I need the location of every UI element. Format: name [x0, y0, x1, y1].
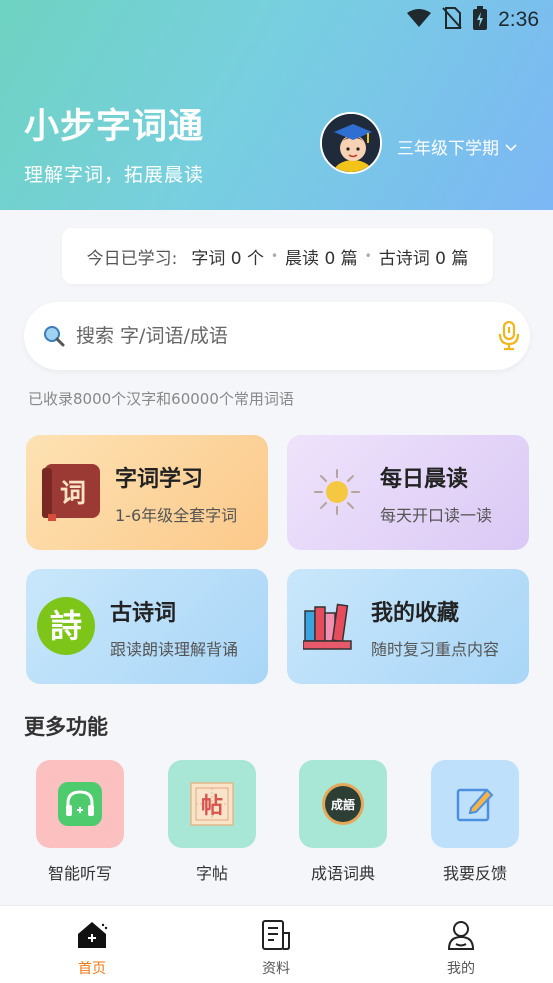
bottom-navigation: 首页 资料 我的: [0, 905, 553, 983]
nav-mine[interactable]: 我的: [421, 918, 501, 978]
student-avatar-icon: [322, 114, 380, 172]
func-icon-box: [431, 760, 519, 848]
search-input[interactable]: [76, 316, 476, 356]
poem-char: 詩: [50, 607, 82, 645]
search-bar[interactable]: [24, 302, 530, 370]
chevron-down-icon: [505, 137, 517, 157]
nav-label: 首页: [78, 961, 106, 977]
card-subtitle: 每天开口读一读: [380, 506, 493, 525]
card-my-favorites[interactable]: 我的收藏 随时复习重点内容: [287, 569, 529, 684]
app-subtitle: 理解字词，拓展晨读: [24, 164, 205, 186]
card-subtitle: 1-6年级全套字词: [115, 506, 238, 525]
header-banner: 2:36 小步字词通 理解字词，拓展晨读 三年级下学期: [0, 0, 553, 210]
nav-label: 我的: [447, 961, 475, 977]
avatar[interactable]: [320, 112, 382, 174]
func-copybook[interactable]: 帖 字帖: [168, 760, 256, 884]
func-icon-box: [36, 760, 124, 848]
card-subtitle: 随时复习重点内容: [371, 640, 500, 659]
idiom-dictionary-icon: 成語: [322, 783, 364, 825]
bookshelf-icon: [302, 599, 353, 655]
idiom-chars: 成語: [331, 797, 355, 812]
func-icon-box: 帖: [168, 760, 256, 848]
func-idiom-dictionary[interactable]: 成語 成语词典: [299, 760, 387, 884]
func-label: 智能听写: [47, 864, 112, 883]
card-subtitle: 跟读朗读理解背诵: [110, 640, 239, 659]
grade-selector[interactable]: 三年级下学期: [397, 134, 517, 159]
battery-charging-icon: [472, 6, 488, 34]
dictionary-book-icon: 词: [40, 462, 102, 526]
poem-badge-icon: 詩: [36, 596, 96, 660]
status-bar: 2:36: [0, 0, 553, 38]
app-title: 小步字词通: [24, 107, 205, 147]
func-label: 我要反馈: [442, 864, 507, 883]
stats-poems: 古诗词 0 篇: [378, 248, 469, 269]
func-icon-box: 成語: [299, 760, 387, 848]
grade-label: 三年级下学期: [397, 139, 499, 159]
card-word-study[interactable]: 词 字词学习 1-6年级全套字词: [26, 435, 268, 550]
home-icon: [52, 918, 132, 952]
func-label: 成语词典: [310, 864, 375, 883]
more-functions-title: 更多功能: [24, 715, 108, 739]
card-title: 字词学习: [115, 467, 204, 492]
card-morning-reading[interactable]: 每日晨读 每天开口读一读: [287, 435, 529, 550]
func-smart-dictation[interactable]: 智能听写: [36, 760, 124, 884]
wifi-icon: [406, 8, 432, 32]
card-ancient-poems[interactable]: 詩 古诗词 跟读朗读理解背诵: [26, 569, 268, 684]
status-time: 2:36: [498, 8, 539, 31]
headphones-icon: [58, 782, 102, 826]
stats-reading: 晨读 0 篇: [285, 248, 358, 269]
stats-words: 字词 0 个: [191, 248, 264, 269]
card-title: 我的收藏: [371, 601, 460, 626]
search-icon: [42, 324, 66, 352]
no-sim-icon: [442, 7, 462, 33]
nav-label: 资料: [262, 961, 290, 977]
card-title: 每日晨读: [380, 467, 469, 492]
nav-home[interactable]: 首页: [52, 918, 132, 978]
dictionary-char: 词: [60, 479, 86, 509]
microphone-icon[interactable]: [498, 320, 520, 355]
separator-dot: •: [364, 249, 372, 263]
func-label: 字帖: [195, 864, 228, 883]
feedback-edit-icon: [456, 788, 494, 822]
profile-icon: [421, 918, 501, 952]
copybook-icon: 帖: [190, 782, 234, 826]
copybook-char: 帖: [201, 793, 223, 819]
separator-dot: •: [270, 249, 279, 263]
func-feedback[interactable]: 我要反馈: [431, 760, 519, 884]
daily-stats: 今日已学习: 字词 0 个 • 晨读 0 篇 • 古诗词 0 篇: [62, 228, 493, 284]
card-title: 古诗词: [110, 601, 177, 626]
collection-note: 已收录8000个汉字和60000个常用词语: [28, 390, 294, 408]
document-icon: [236, 918, 316, 952]
nav-materials[interactable]: 资料: [236, 918, 316, 978]
stats-label: 今日已学习:: [86, 248, 178, 269]
sun-icon: [313, 468, 361, 520]
